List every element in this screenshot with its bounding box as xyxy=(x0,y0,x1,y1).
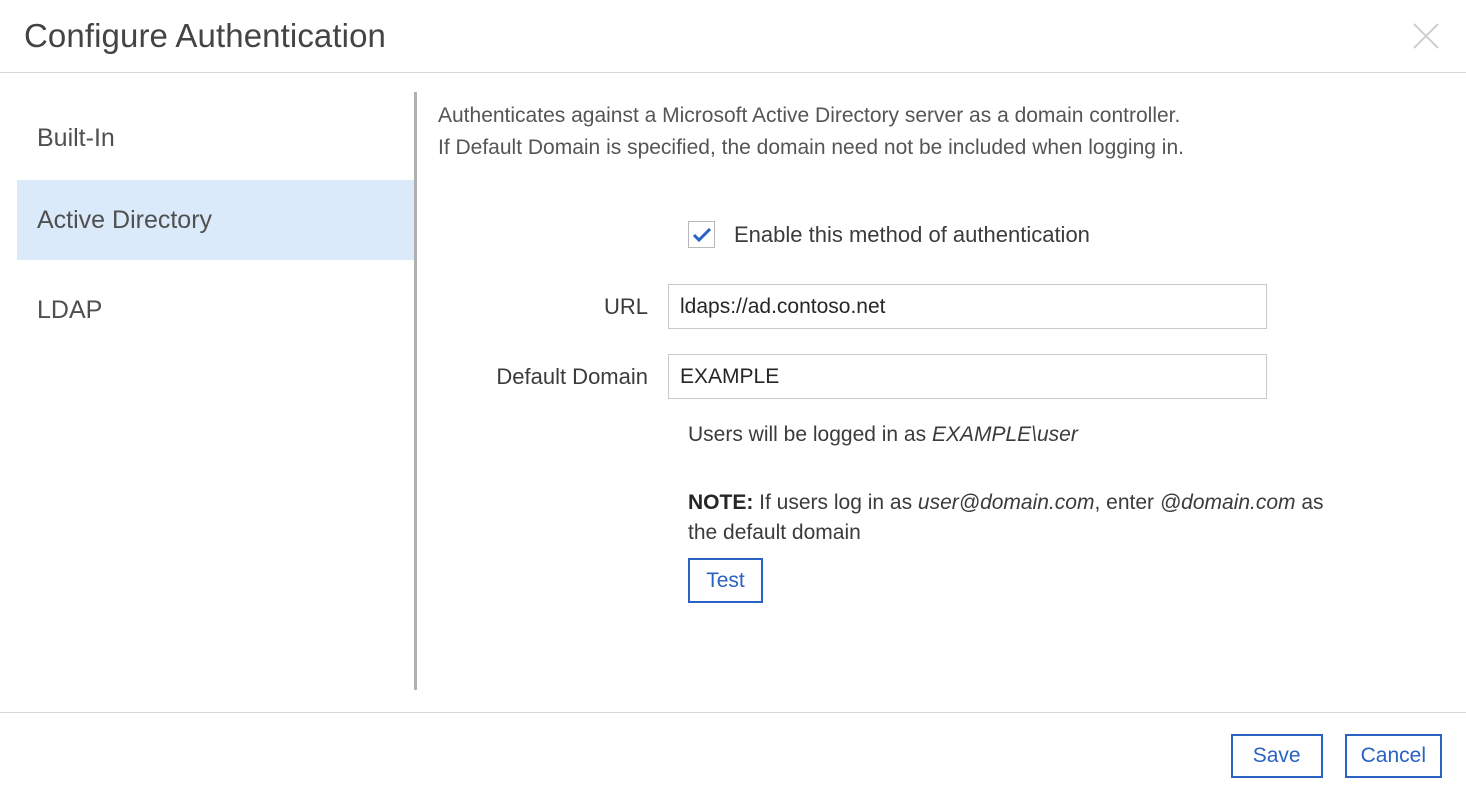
close-button[interactable] xyxy=(1401,12,1451,60)
login-format-hint: Users will be logged in as EXAMPLE\user xyxy=(688,423,1078,447)
sidebar: Built-In Active Directory LDAP xyxy=(0,73,415,712)
panel-description-line-1: Authenticates against a Microsoft Active… xyxy=(438,100,1338,132)
note-example-2: @domain.com xyxy=(1160,491,1296,514)
login-format-hint-prefix: Users will be logged in as xyxy=(688,423,932,446)
sidebar-item-active-directory[interactable]: Active Directory xyxy=(17,180,414,260)
panel-description-line-2: If Default Domain is specified, the doma… xyxy=(438,132,1338,164)
panel-description: Authenticates against a Microsoft Active… xyxy=(438,100,1338,164)
test-button[interactable]: Test xyxy=(688,558,763,603)
enable-auth-checkbox-row[interactable]: Enable this method of authentication xyxy=(688,221,1090,248)
default-domain-input[interactable] xyxy=(668,354,1267,399)
dialog-body: Built-In Active Directory LDAP Authentic… xyxy=(0,73,1466,712)
note-message: NOTE: If users log in as user@domain.com… xyxy=(688,488,1343,548)
dialog-header: Configure Authentication xyxy=(0,0,1466,73)
sidebar-item-ldap[interactable]: LDAP xyxy=(17,270,414,350)
default-domain-field-label: Default Domain xyxy=(415,364,668,390)
save-button[interactable]: Save xyxy=(1231,734,1323,778)
settings-panel: Authenticates against a Microsoft Active… xyxy=(415,73,1466,712)
cancel-button[interactable]: Cancel xyxy=(1345,734,1442,778)
note-label: NOTE: xyxy=(688,491,753,514)
note-part-2: , enter xyxy=(1094,491,1159,514)
login-format-hint-example: EXAMPLE\user xyxy=(932,423,1078,446)
dialog-footer: Save Cancel xyxy=(0,712,1466,798)
check-icon xyxy=(692,227,712,243)
configure-authentication-dialog: Configure Authentication Built-In Active… xyxy=(0,0,1466,798)
sidebar-item-label: Built-In xyxy=(17,124,115,153)
sidebar-item-built-in[interactable]: Built-In xyxy=(17,98,414,178)
default-domain-field-row: Default Domain xyxy=(415,354,1267,399)
page-title: Configure Authentication xyxy=(24,17,386,55)
note-part-1: If users log in as xyxy=(753,491,918,514)
note-example-1: user@domain.com xyxy=(918,491,1095,514)
close-icon xyxy=(1411,21,1441,51)
enable-auth-checkbox[interactable] xyxy=(688,221,715,248)
url-field-row: URL xyxy=(415,284,1267,329)
sidebar-item-label: Active Directory xyxy=(17,206,212,235)
url-input[interactable] xyxy=(668,284,1267,329)
enable-auth-checkbox-label: Enable this method of authentication xyxy=(734,222,1090,248)
url-field-label: URL xyxy=(415,294,668,320)
sidebar-item-label: LDAP xyxy=(17,296,102,325)
